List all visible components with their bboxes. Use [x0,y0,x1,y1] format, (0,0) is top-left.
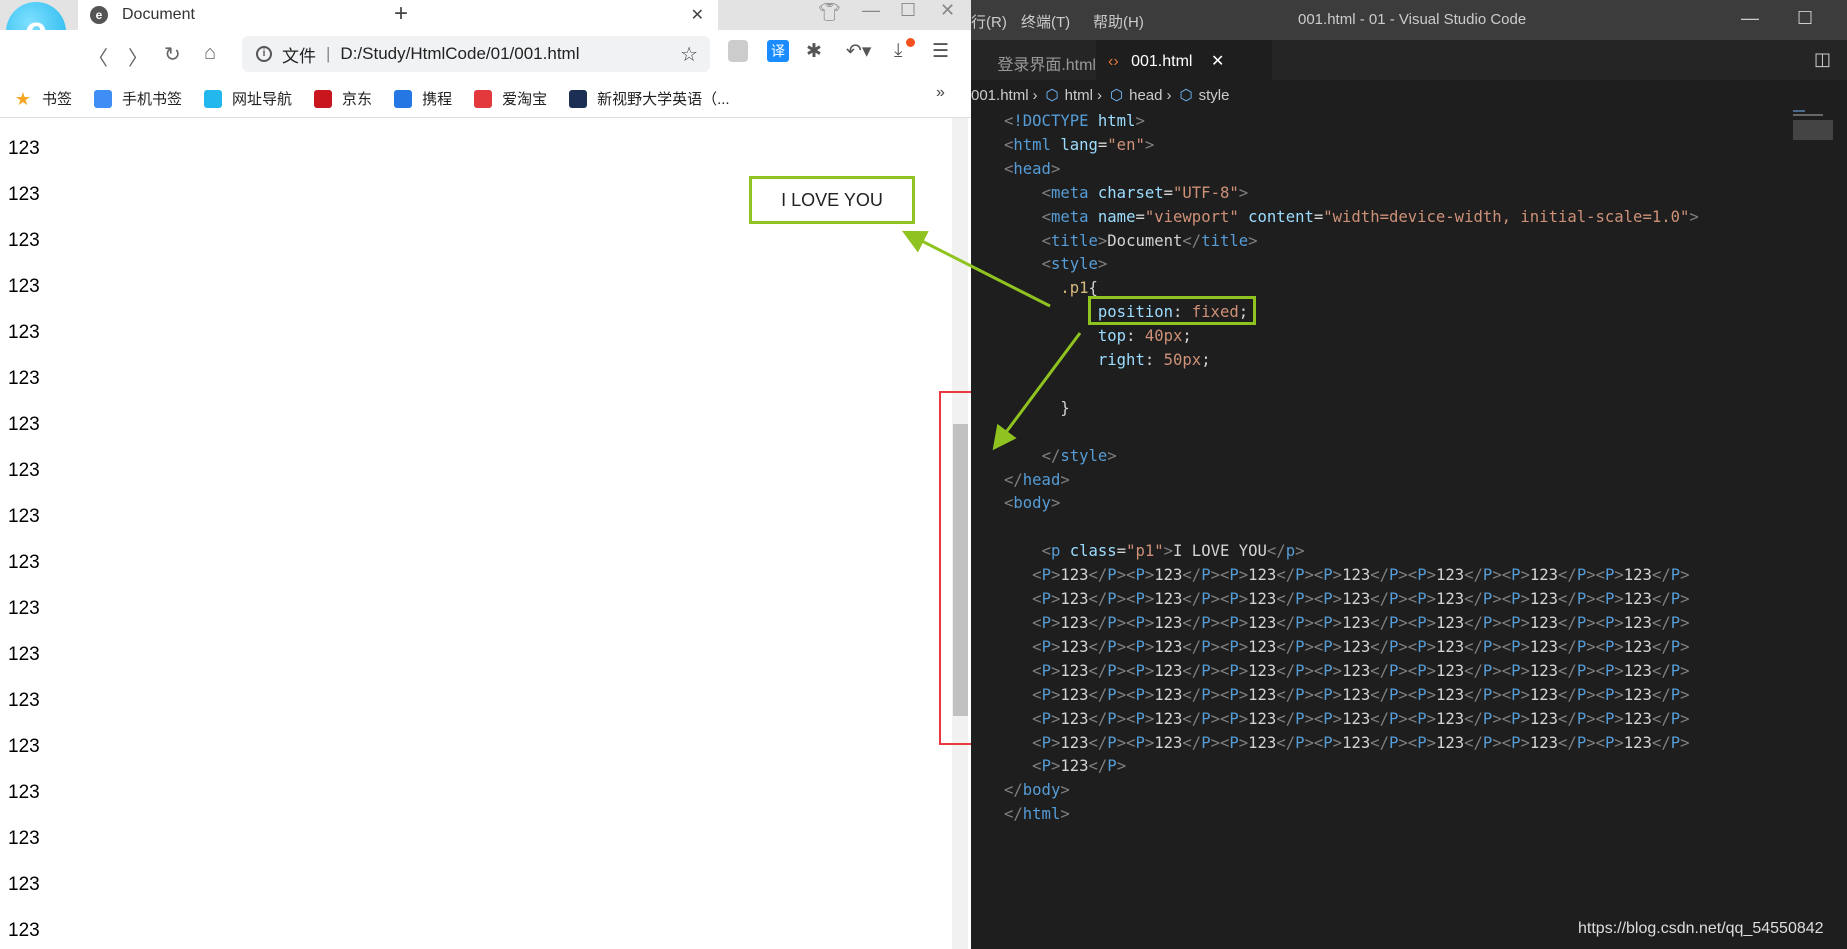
arrow-to-fixed-text [901,230,1051,308]
arrow-to-scrollbar [992,332,1082,451]
annotation-arrows [901,230,1082,451]
